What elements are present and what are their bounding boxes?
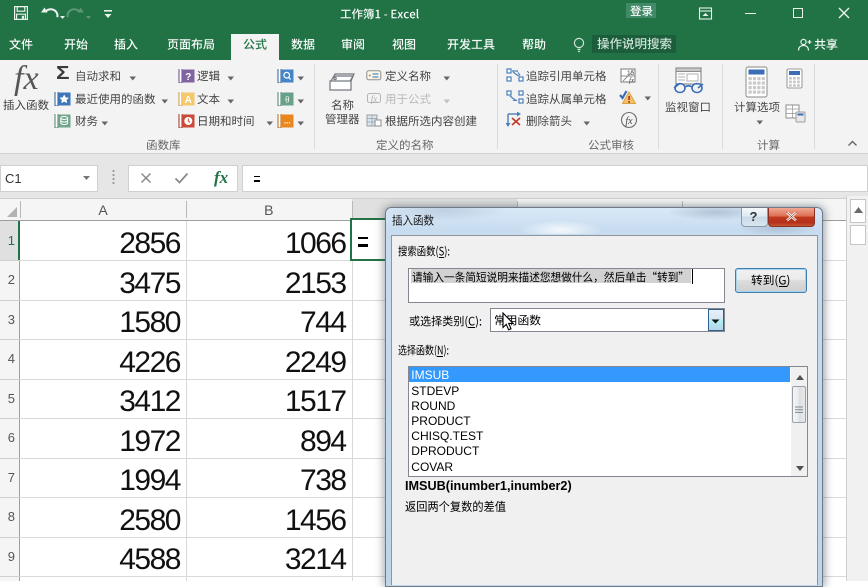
svg-text:fx: fx xyxy=(625,116,633,127)
svg-text:?: ? xyxy=(185,72,191,83)
svg-text:A: A xyxy=(185,95,192,106)
svg-text:...: ... xyxy=(284,117,291,126)
svg-text:θ: θ xyxy=(285,94,289,104)
svg-text:fx: fx xyxy=(371,94,378,104)
svg-text:fx: fx xyxy=(629,77,635,85)
